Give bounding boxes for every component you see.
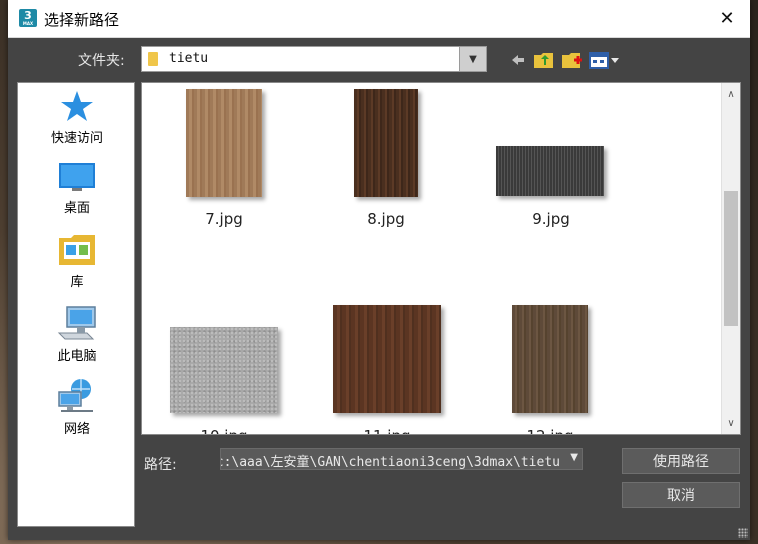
file-list-view: 7.jpg 8.jpg 9.jpg 10.jpg 11.jpg 12.jpg ∧…: [141, 82, 741, 435]
sidebar-item-library[interactable]: 库: [18, 233, 136, 290]
library-icon: [59, 235, 95, 265]
file-name: 12.jpg: [490, 427, 610, 434]
folder-label: 文件夹:: [78, 53, 125, 69]
up-folder-icon: [534, 53, 553, 68]
image-thumbnail: [333, 305, 441, 413]
file-name: 8.jpg: [367, 210, 405, 228]
resize-grip-icon[interactable]: [738, 528, 748, 538]
close-icon: ✕: [719, 8, 735, 29]
vertical-scrollbar[interactable]: ∧ ∨: [721, 83, 740, 434]
file-name: 7.jpg: [205, 210, 243, 228]
desktop-icon: [59, 163, 95, 191]
view-menu-button[interactable]: [588, 49, 622, 71]
scroll-up-arrow-icon[interactable]: ∧: [722, 85, 740, 103]
image-thumbnail: [170, 327, 278, 413]
star-icon: [61, 91, 93, 121]
view-grid-icon: [589, 52, 619, 69]
sidebar-item-label: 快速访问: [50, 131, 103, 146]
image-thumbnail: [496, 146, 604, 196]
current-folder-value: tietu: [169, 51, 209, 66]
file-name: 11.jpg: [327, 427, 447, 434]
navigation-sidebar: 快速访问 桌面 库 此电脑 网络: [17, 82, 135, 527]
scroll-down-arrow-icon[interactable]: ∨: [722, 414, 740, 432]
sidebar-item-label: 网络: [63, 422, 90, 437]
image-thumbnail: [512, 305, 588, 413]
new-folder-button[interactable]: [560, 49, 584, 71]
path-label: 路径:: [144, 457, 177, 473]
file-name: 9.jpg: [532, 210, 570, 228]
image-thumbnail: [354, 89, 418, 197]
sidebar-item-label: 此电脑: [57, 349, 97, 364]
file-name: 10.jpg: [164, 427, 284, 434]
new-folder-icon: [562, 53, 582, 68]
title-bar: 3 MAX 选择新路径 ✕: [8, 0, 750, 38]
computer-icon: [57, 306, 96, 340]
sidebar-item-label: 库: [70, 275, 84, 290]
image-thumbnail: [186, 89, 262, 197]
sidebar-item-quick-access[interactable]: 快速访问: [18, 89, 136, 146]
window-title: 选择新路径: [44, 11, 120, 29]
path-value: c:\aaa\左安童\GAN\chentiaoni3ceng\3dmax\tie…: [220, 455, 560, 470]
back-button[interactable]: [508, 49, 528, 71]
path-input[interactable]: c:\aaa\左安童\GAN\chentiaoni3ceng\3dmax\tie…: [220, 448, 583, 470]
sidebar-item-network[interactable]: 网络: [18, 378, 136, 437]
sidebar-item-desktop[interactable]: 桌面: [18, 161, 136, 216]
cancel-button[interactable]: 取消: [622, 482, 740, 508]
back-arrow-icon: [512, 55, 524, 65]
up-folder-button[interactable]: [532, 49, 556, 71]
scrollbar-thumb[interactable]: [724, 191, 738, 326]
network-icon: [58, 379, 93, 412]
folder-icon: [148, 52, 158, 66]
select-path-dialog: 3 MAX 选择新路径 ✕ 文件夹: tietu ▼ 快速访问 桌面 库 此电脑…: [8, 0, 750, 540]
folder-combobox[interactable]: tietu ▼: [141, 46, 487, 72]
chevron-down-icon[interactable]: ▼: [570, 452, 578, 463]
sidebar-item-label: 桌面: [63, 201, 90, 216]
close-button[interactable]: ✕: [704, 0, 750, 37]
chevron-down-icon[interactable]: ▼: [459, 47, 486, 71]
sidebar-item-this-pc[interactable]: 此电脑: [18, 305, 136, 364]
use-path-button[interactable]: 使用路径: [622, 448, 740, 474]
3dsmax-app-icon: 3 MAX: [19, 9, 37, 27]
